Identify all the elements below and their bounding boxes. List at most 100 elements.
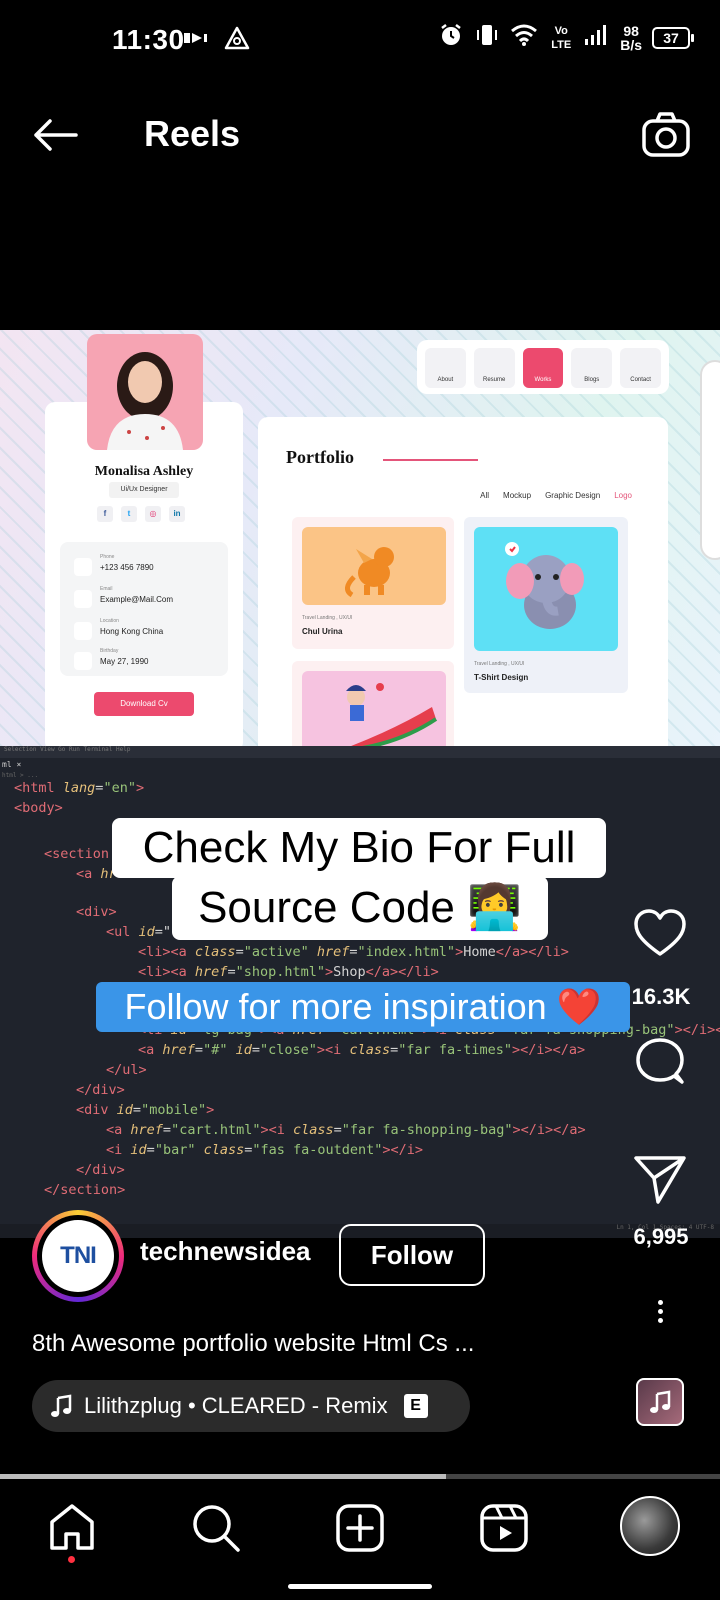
video-progress-bar[interactable] xyxy=(0,1474,720,1479)
bottom-navigation xyxy=(0,1480,720,1600)
filter-all: All xyxy=(480,491,490,500)
nav-create[interactable] xyxy=(330,1498,390,1558)
notification-dot xyxy=(68,1556,75,1563)
video-progress-fill xyxy=(0,1474,447,1479)
profile-role: Ui/Ux Designer xyxy=(109,482,179,498)
status-time: 11:30 xyxy=(112,24,185,55)
more-options-button[interactable] xyxy=(650,1296,670,1336)
site-nav-about: About xyxy=(425,348,466,388)
location-pin-icon xyxy=(74,622,92,640)
camera-icon xyxy=(642,112,690,157)
explicit-badge: E xyxy=(403,1394,428,1418)
home-icon xyxy=(50,1504,94,1550)
overlay-caption-line3: Follow for more inspiration ❤️ xyxy=(96,982,630,1032)
editor-menu: Selection View Go Run Terminal Help xyxy=(0,746,720,758)
post-caption[interactable]: 8th Awesome portfolio website Html Cs ..… xyxy=(32,1330,474,1358)
share-icon xyxy=(634,1156,686,1204)
page-title: Reels xyxy=(144,113,241,154)
phone-icon xyxy=(74,558,92,576)
back-button[interactable] xyxy=(30,115,80,155)
card-title: Chul Urina xyxy=(302,627,343,636)
code-line: <div> xyxy=(76,904,117,920)
reels-header: Reels xyxy=(0,95,720,175)
create-icon xyxy=(336,1504,384,1552)
audio-track[interactable]: Lilithzplug • CLEARED - Remix E xyxy=(32,1380,470,1432)
filter-graphic-design: Graphic Design xyxy=(545,491,601,500)
mail-icon xyxy=(74,590,92,608)
vibrate-icon xyxy=(474,22,500,53)
like-button[interactable] xyxy=(630,904,690,964)
back-arrow-icon xyxy=(34,119,78,151)
gesture-bar[interactable] xyxy=(288,1584,432,1589)
instagram-icon: ◎ xyxy=(145,506,161,522)
contact-value: Example@Mail.Com xyxy=(100,595,174,604)
linkedin-icon: in xyxy=(169,506,185,522)
site-nav-works: Works xyxy=(522,348,564,388)
code-line: <html lang="en"> xyxy=(14,780,145,796)
author-username[interactable]: technewsidea xyxy=(140,1236,311,1267)
portfolio-underline xyxy=(383,459,478,461)
editor-tab: ml × xyxy=(2,760,22,769)
comment-button[interactable] xyxy=(630,1034,690,1094)
share-button[interactable] xyxy=(630,1148,690,1208)
camera-button[interactable] xyxy=(640,109,692,161)
code-line: </section> xyxy=(44,1182,126,1198)
website-screenshot: About Resume Works Blogs Contact Monalis… xyxy=(0,330,720,746)
site-nav-label: Contact xyxy=(630,377,651,383)
battery-icon: 37 xyxy=(652,26,694,49)
filter-logo: Logo xyxy=(614,491,632,500)
portfolio-card: Travel Landing , UX/UI T-Shirt Design xyxy=(464,517,628,693)
profile-photo xyxy=(87,334,203,450)
code-line: </div> xyxy=(76,1162,125,1178)
portfolio-card xyxy=(292,661,454,746)
code-line: <a href="#" id="close"><i class="far fa-… xyxy=(138,1042,586,1058)
contact-label: Location xyxy=(100,618,119,624)
card-caption: Travel Landing , UX/UI xyxy=(302,615,353,621)
music-note-icon xyxy=(650,1390,671,1413)
twitter-icon: t xyxy=(121,506,137,522)
nav-reels[interactable] xyxy=(474,1498,534,1558)
contact-label: Email xyxy=(100,586,113,592)
contact-value: May 27, 1990 xyxy=(100,657,149,666)
contact-value: +123 456 7890 xyxy=(100,563,154,572)
follow-button[interactable]: Follow xyxy=(339,1224,485,1286)
filter-mockup: Mockup xyxy=(503,491,532,500)
overlay-caption-line2: Source Code 👩‍💻 xyxy=(172,876,548,940)
site-nav-label: About xyxy=(437,377,454,383)
watermelon-image xyxy=(302,671,446,746)
author-logo: TNI xyxy=(42,1220,114,1292)
contact-email: Email Example@Mail.Com xyxy=(74,586,214,614)
contact-value: Hong Kong China xyxy=(100,627,164,636)
profile-name: Monalisa Ashley xyxy=(94,464,194,479)
search-icon xyxy=(193,1505,240,1552)
overlay-caption-line1: Check My Bio For Full xyxy=(112,818,606,878)
site-nav-label: Blogs xyxy=(584,377,600,383)
alarm-icon xyxy=(438,22,464,53)
nav-search[interactable] xyxy=(186,1498,246,1558)
code-line: <li><a class="active" href="index.html">… xyxy=(138,944,569,960)
contact-phone: Phone +123 456 7890 xyxy=(74,554,214,582)
code-line: <a hr xyxy=(76,866,117,882)
dragon-image xyxy=(302,527,446,605)
site-nav-label: Works xyxy=(534,377,552,383)
audio-track-label: Lilithzplug • CLEARED - Remix xyxy=(84,1393,388,1418)
volte-label: Vo LTE xyxy=(551,24,572,51)
audio-album-art[interactable] xyxy=(636,1378,684,1426)
site-nav: About Resume Works Blogs Contact xyxy=(417,340,669,394)
nav-home[interactable] xyxy=(42,1498,102,1563)
contact-label: Phone xyxy=(100,554,115,560)
nav-profile-avatar[interactable] xyxy=(620,1496,680,1556)
status-right-icons: Vo LTE 98 B/s 37 xyxy=(438,22,694,53)
portfolio-card: Travel Landing , UX/UI Chul Urina xyxy=(292,517,454,649)
site-nav-blogs: Blogs xyxy=(571,348,613,388)
side-panel-edge xyxy=(700,360,720,560)
author-avatar[interactable]: TNI xyxy=(32,1210,124,1302)
comment-icon xyxy=(636,1038,684,1084)
alert-triangle-icon xyxy=(224,26,250,55)
net-speed: 98 B/s xyxy=(620,24,642,52)
code-line: <div id="mobile"> xyxy=(76,1102,215,1118)
contact-label: Birthday xyxy=(100,648,119,654)
music-note-icon xyxy=(51,1394,72,1417)
share-count: 6,995 xyxy=(633,1224,689,1249)
card-caption: Travel Landing , UX/UI xyxy=(474,661,525,667)
